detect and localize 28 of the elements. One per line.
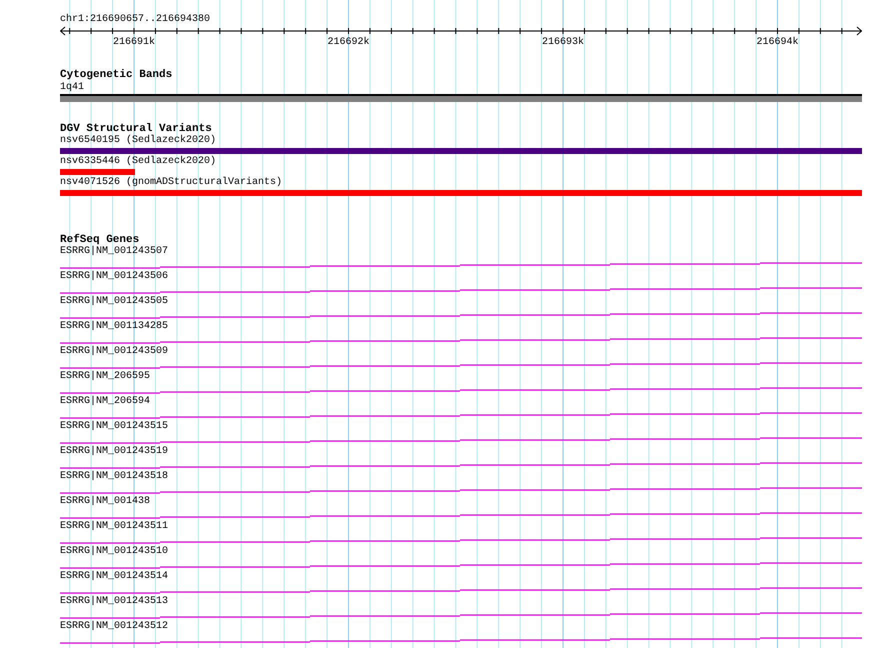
- gene-label: ESRRG|NM_001243511: [60, 521, 170, 533]
- track-title: DGV Structural Variants: [60, 123, 212, 135]
- band-label: 1q41: [60, 82, 86, 94]
- gene-label: ESRRG|NM_206595: [60, 371, 152, 383]
- gene-label: ESRRG|NM_001134285: [60, 321, 170, 333]
- gene-label: ESRRG|NM_001243510: [60, 546, 170, 558]
- ruler-tick-label: 216694k: [756, 37, 798, 49]
- ruler-tick-label: 216692k: [328, 37, 370, 49]
- gene-label: ESRRG|NM_001243514: [60, 571, 170, 583]
- variant-label: nsv6540195 (Sedlazeck2020): [60, 135, 218, 147]
- gene-label: ESRRG|NM_001243513: [60, 596, 170, 608]
- track-title: Cytogenetic Bands: [60, 69, 174, 82]
- gene-label: ESRRG|NM_001243505: [60, 296, 170, 308]
- gene-label: ESRRG|NM_001243512: [60, 621, 170, 633]
- gene-label: ESRRG|NM_001243518: [60, 471, 170, 483]
- variant-label: nsv4071526 (gnomADStructuralVariants): [60, 177, 284, 189]
- gene-label: ESRRG|NM_001438: [60, 496, 152, 508]
- gene-label: ESRRG|NM_001243519: [60, 446, 170, 458]
- variant-label: nsv6335446 (Sedlazeck2020): [60, 156, 218, 168]
- ruler-tick-label: 216691k: [113, 37, 155, 49]
- ruler-tick-label: 216693k: [542, 37, 584, 49]
- track-title: RefSeq Genes: [60, 234, 140, 246]
- gene-label: ESRRG|NM_001243509: [60, 346, 170, 358]
- ruler-label: chr1:216690657..216694380: [60, 14, 212, 26]
- gene-label: ESRRG|NM_001243506: [60, 271, 170, 283]
- gene-label: ESRRG|NM_001243507: [60, 246, 170, 258]
- gene-label: ESRRG|NM_001243515: [60, 421, 170, 433]
- gene-label: ESRRG|NM_206594: [60, 396, 152, 408]
